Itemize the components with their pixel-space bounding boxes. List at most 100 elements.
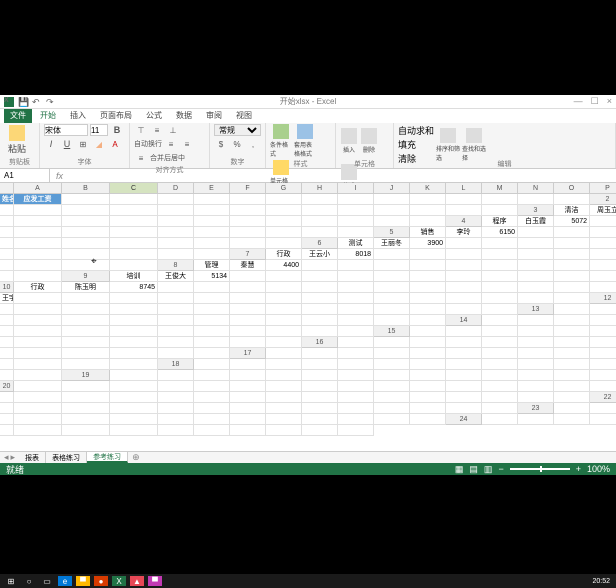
col-header-N[interactable]: N (518, 183, 554, 194)
cell-J2[interactable] (230, 205, 266, 216)
autosum-button[interactable]: 自动求和 (398, 124, 434, 137)
cell-N23[interactable] (302, 414, 338, 425)
cell-J9[interactable] (446, 271, 482, 282)
col-header-C[interactable]: C (110, 183, 158, 194)
cell-H9[interactable] (374, 271, 410, 282)
align-left-button[interactable]: ≡ (164, 138, 178, 150)
cell-F15[interactable] (590, 326, 616, 337)
tab-file[interactable]: 文件 (4, 108, 32, 123)
cell-D5[interactable] (518, 227, 554, 238)
cell-Q3[interactable] (410, 216, 446, 227)
cell-L1[interactable] (374, 194, 410, 205)
align-top-button[interactable]: ⊤ (134, 124, 148, 136)
insert-cells-button[interactable]: 插入 (340, 124, 358, 158)
col-header-F[interactable]: F (230, 183, 266, 194)
tab-data[interactable]: 数据 (170, 108, 198, 123)
cell-L11[interactable] (374, 293, 410, 304)
cell-Q21[interactable] (554, 392, 590, 403)
cell-H14[interactable] (0, 326, 14, 337)
cell-D21[interactable] (62, 392, 110, 403)
close-button[interactable]: × (607, 96, 612, 107)
view-layout-icon[interactable]: ▤ (469, 464, 478, 475)
fill-button[interactable]: 填充 (398, 138, 434, 151)
cell-A10[interactable]: 行政 (14, 282, 62, 293)
merge-button[interactable]: 合并后居中 (150, 152, 185, 164)
cell-B1[interactable]: 姓名 (0, 194, 14, 205)
undo-icon[interactable]: ↶ (32, 97, 42, 107)
cell-D12[interactable] (0, 304, 14, 315)
cell-L18[interactable] (590, 359, 616, 370)
select-all-corner[interactable] (0, 183, 14, 194)
cell-I2[interactable] (194, 205, 230, 216)
cell-O17[interactable] (14, 359, 62, 370)
cell-H24[interactable] (0, 425, 14, 436)
cell-P18[interactable] (0, 370, 14, 381)
cell-P24[interactable] (302, 425, 338, 436)
cell-M2[interactable] (338, 205, 374, 216)
comma-button[interactable]: , (246, 138, 260, 150)
cell-C4[interactable]: 5072 (554, 216, 590, 227)
cell-C16[interactable] (410, 337, 446, 348)
cell-Q1[interactable] (554, 194, 590, 205)
cell-I13[interactable] (110, 315, 158, 326)
cell-O11[interactable] (482, 293, 518, 304)
cell-A5[interactable]: 销售 (410, 227, 446, 238)
cell-O6[interactable] (110, 249, 158, 260)
cell-E5[interactable] (554, 227, 590, 238)
sheet-tab-2[interactable]: 表格练习 (46, 452, 87, 463)
app-icon-3[interactable]: ▀ (148, 576, 162, 586)
cell-A23[interactable] (554, 403, 590, 414)
cell-F5[interactable] (590, 227, 616, 238)
sort-filter-button[interactable]: 排序和筛选 (436, 128, 460, 162)
row-header-12[interactable]: 12 (590, 293, 616, 304)
cell-A9[interactable]: 培训 (110, 271, 158, 282)
cell-A20[interactable] (14, 381, 62, 392)
cell-A19[interactable] (110, 370, 158, 381)
cell-P7[interactable] (62, 260, 110, 271)
cell-M21[interactable] (410, 392, 446, 403)
cell-F10[interactable] (230, 282, 266, 293)
cell-O16[interactable] (110, 348, 158, 359)
cell-I20[interactable] (338, 381, 374, 392)
cell-N20[interactable] (518, 381, 554, 392)
cell-G10[interactable] (266, 282, 302, 293)
cell-O20[interactable] (554, 381, 590, 392)
cell-F17[interactable] (446, 348, 482, 359)
cell-B19[interactable] (158, 370, 194, 381)
paste-button[interactable]: 粘贴 (4, 124, 30, 156)
cell-I21[interactable] (266, 392, 302, 403)
cell-F21[interactable] (158, 392, 194, 403)
col-header-K[interactable]: K (410, 183, 446, 194)
cell-P12[interactable] (446, 304, 482, 315)
cell-B14[interactable] (518, 315, 554, 326)
cell-H20[interactable] (302, 381, 338, 392)
cell-I4[interactable] (14, 227, 62, 238)
cell-H11[interactable] (230, 293, 266, 304)
cell-J11[interactable] (302, 293, 338, 304)
cell-O13[interactable] (338, 315, 374, 326)
cell-Q15[interactable] (266, 337, 302, 348)
align-bot-button[interactable]: ⊥ (166, 124, 180, 136)
cell-O22[interactable] (410, 403, 446, 414)
cell-J12[interactable] (230, 304, 266, 315)
sheet-tab-1[interactable]: 报表 (19, 452, 46, 463)
cell-H19[interactable] (374, 370, 410, 381)
cell-E7[interactable] (410, 249, 446, 260)
minimize-button[interactable]: — (574, 96, 583, 107)
cell-D14[interactable] (590, 315, 616, 326)
row-header-8[interactable]: 8 (158, 260, 194, 271)
row-header-17[interactable]: 17 (230, 348, 266, 359)
cell-M19[interactable] (554, 370, 590, 381)
cell-G16[interactable] (554, 337, 590, 348)
cell-K12[interactable] (266, 304, 302, 315)
cell-C5[interactable]: 6150 (482, 227, 518, 238)
cell-N13[interactable] (302, 315, 338, 326)
cell-A13[interactable] (554, 304, 590, 315)
cell-A3[interactable]: 清洁 (554, 205, 590, 216)
cell-B9[interactable]: 王俊大 (158, 271, 194, 282)
cell-B16[interactable] (374, 337, 410, 348)
cell-P11[interactable] (518, 293, 554, 304)
cell-O7[interactable] (14, 260, 62, 271)
cell-L6[interactable] (0, 249, 14, 260)
row-header-10[interactable]: 10 (0, 282, 14, 293)
